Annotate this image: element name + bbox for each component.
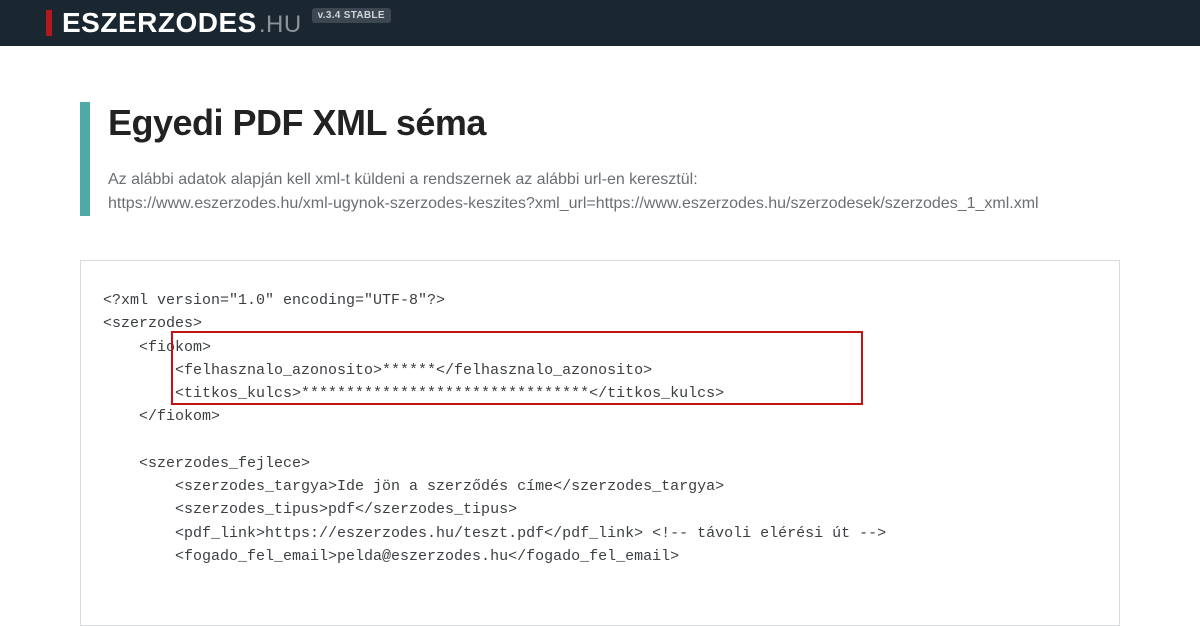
xml-code-block: <?xml version="1.0" encoding="UTF-8"?> <… bbox=[80, 260, 1120, 626]
brand-logo[interactable]: ESZERZODES.HU bbox=[62, 9, 302, 37]
brand-accent bbox=[46, 10, 52, 36]
version-badge: v.3.4 STABLE bbox=[312, 8, 391, 23]
intro-line-2: https://www.eszerzodes.hu/xml-ugynok-sze… bbox=[108, 195, 1039, 212]
intro-line-1: Az alábbi adatok alapján kell xml-t küld… bbox=[108, 171, 698, 188]
brand-main: ESZERZODES bbox=[62, 9, 257, 37]
code-line: <fogado_fel_email>pelda@eszerzodes.hu</f… bbox=[103, 548, 679, 565]
code-line: <szerzodes_tipus>pdf</szerzodes_tipus> bbox=[103, 501, 517, 518]
code-line: <fiokom> bbox=[103, 339, 211, 356]
heading-block: Egyedi PDF XML séma Az alábbi adatok ala… bbox=[80, 102, 1120, 216]
code-line: </fiokom> bbox=[103, 408, 220, 425]
page-content: Egyedi PDF XML séma Az alábbi adatok ala… bbox=[0, 46, 1200, 626]
top-bar: ESZERZODES.HU v.3.4 STABLE bbox=[0, 0, 1200, 46]
code-line: <titkos_kulcs>**************************… bbox=[103, 385, 724, 402]
code-line: <felhasznalo_azonosito>******</felhaszna… bbox=[103, 362, 652, 379]
code-line: <szerzodes_targya>Ide jön a szerződés cí… bbox=[103, 478, 724, 495]
brand-tld: .HU bbox=[259, 13, 302, 37]
intro-text: Az alábbi adatok alapján kell xml-t küld… bbox=[108, 168, 1120, 216]
code-line: <?xml version="1.0" encoding="UTF-8"?> bbox=[103, 292, 445, 309]
code-line: <szerzodes_fejlece> bbox=[103, 455, 310, 472]
page-title: Egyedi PDF XML séma bbox=[108, 102, 1120, 144]
code-line: <pdf_link>https://eszerzodes.hu/teszt.pd… bbox=[103, 525, 886, 542]
code-line: <szerzodes> bbox=[103, 315, 202, 332]
